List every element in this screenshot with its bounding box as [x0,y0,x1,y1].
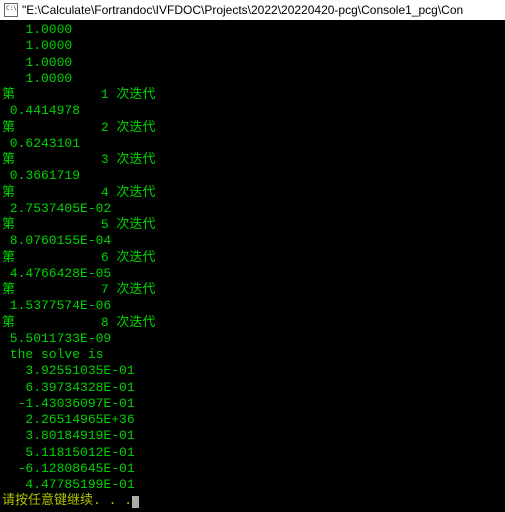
console-icon [4,3,18,17]
console-window: "E:\Calculate\Fortrandoc\IVFDOC\Projects… [0,0,505,512]
continue-prompt: 请按任意键继续. . . [2,493,132,508]
titlebar-path: "E:\Calculate\Fortrandoc\IVFDOC\Projects… [22,3,463,17]
console-output[interactable]: 1.0000 1.0000 1.0000 1.0000 第 1 次迭代 0.44… [0,20,505,512]
cursor [132,496,139,508]
output-lines: 1.0000 1.0000 1.0000 1.0000 第 1 次迭代 0.44… [2,22,155,492]
titlebar[interactable]: "E:\Calculate\Fortrandoc\IVFDOC\Projects… [0,0,505,20]
